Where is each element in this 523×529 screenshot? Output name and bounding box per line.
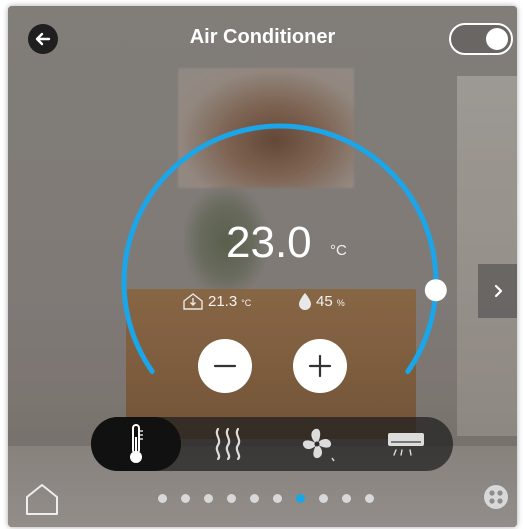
humidity: 45 % (298, 292, 345, 310)
thermometer-icon (130, 424, 143, 463)
indoor-temperature-value: 21.3 (208, 293, 238, 310)
temperature-unit: °C (330, 242, 347, 259)
home-icon (26, 484, 58, 515)
decrease-temperature-button[interactable] (198, 339, 252, 393)
temperature-handle[interactable] (424, 279, 447, 302)
mode-selector (91, 417, 453, 471)
ac-control-screen: Air Conditioner 23.0 °C 21.3 °C 45 % (8, 6, 517, 527)
humidity-value: 45 (316, 293, 333, 310)
page-dot[interactable] (227, 494, 236, 503)
indoor-temperature: 21.3 °C (182, 292, 251, 310)
mode-air-conditioner-tab[interactable] (361, 417, 451, 471)
increase-temperature-button[interactable] (293, 339, 347, 393)
apps-grid-icon (484, 485, 508, 509)
mode-heating-tab[interactable] (183, 417, 273, 471)
indoor-temperature-icon (183, 293, 203, 310)
page-dot[interactable] (250, 494, 259, 503)
page-dot[interactable] (273, 494, 282, 503)
apps-button[interactable] (483, 484, 509, 514)
heat-waves-icon (215, 427, 241, 461)
page-dot[interactable] (319, 494, 328, 503)
page-dot[interactable] (296, 494, 305, 503)
page-dot[interactable] (204, 494, 213, 503)
plus-icon (308, 354, 332, 378)
chevron-right-icon (494, 284, 502, 298)
indoor-temperature-unit: °C (241, 298, 252, 308)
page-indicator (158, 494, 374, 503)
minus-icon (213, 364, 237, 368)
page-dot[interactable] (158, 494, 167, 503)
humidity-unit: % (336, 298, 345, 308)
fan-icon (302, 428, 335, 462)
water-drop-icon (299, 293, 311, 310)
page-dot[interactable] (181, 494, 190, 503)
home-button[interactable] (24, 482, 60, 520)
mode-cooling-tab[interactable] (91, 417, 181, 471)
next-page-button[interactable] (478, 264, 517, 318)
page-dot[interactable] (365, 494, 374, 503)
air-conditioner-icon (388, 433, 424, 456)
target-temperature: 23.0 (226, 218, 312, 267)
mode-fan-tab[interactable] (272, 417, 362, 471)
page-dot[interactable] (342, 494, 351, 503)
